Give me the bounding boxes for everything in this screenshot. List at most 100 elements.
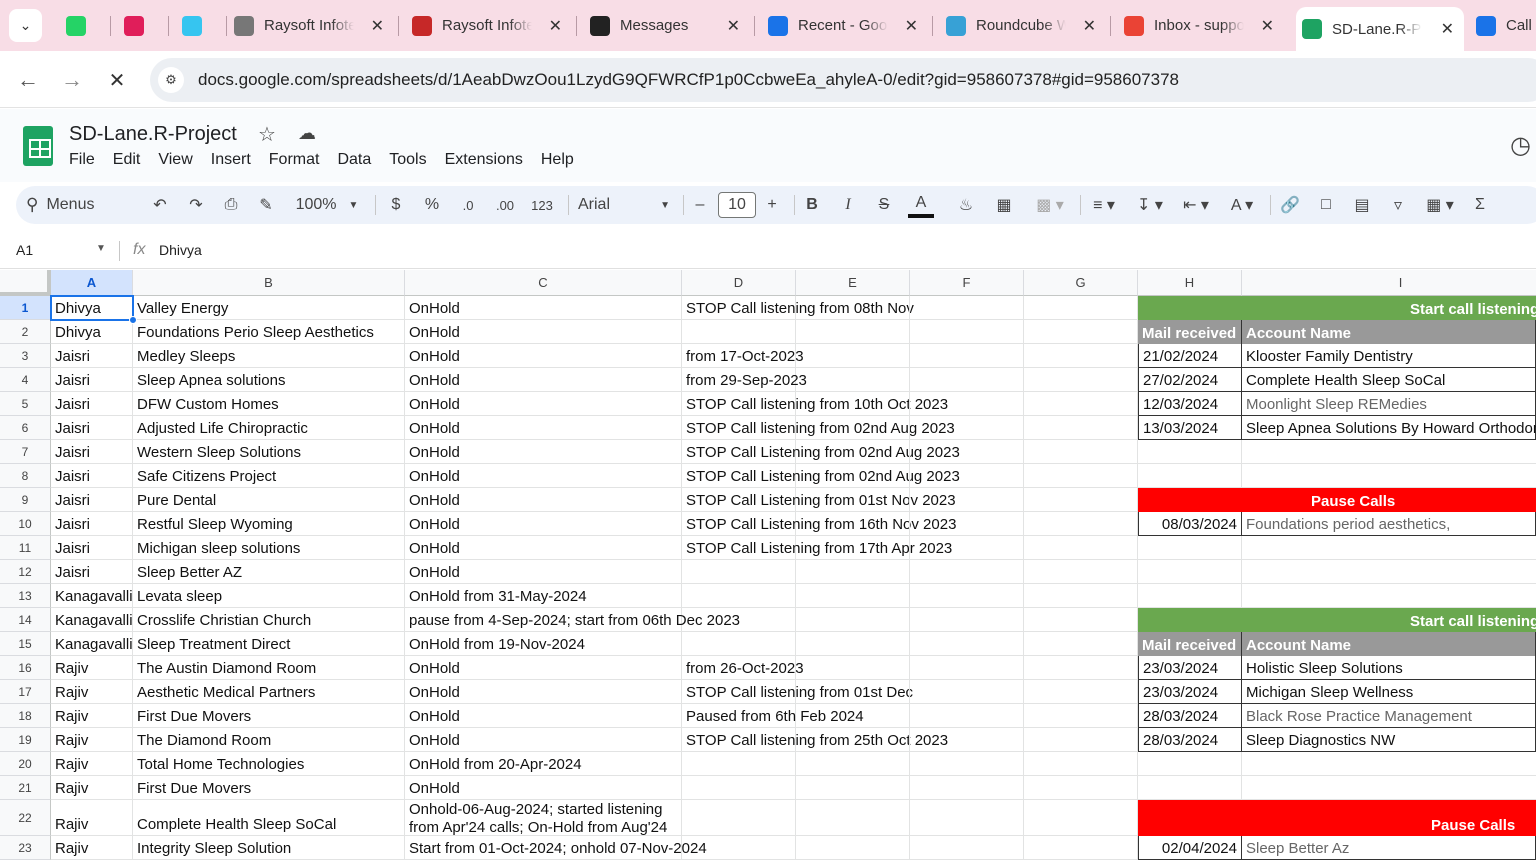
cell-a14[interactable]: Kanagavalli: [51, 608, 133, 632]
cell-b5[interactable]: DFW Custom Homes: [133, 392, 405, 416]
insert-comment-button[interactable]: □: [1314, 192, 1338, 218]
cell-e20[interactable]: [796, 752, 910, 776]
cell-g23[interactable]: [1024, 836, 1138, 860]
close-icon[interactable]: ✕: [727, 16, 740, 36]
cell-e7[interactable]: [796, 440, 910, 464]
cell-e5[interactable]: [796, 392, 910, 416]
forward-button[interactable]: →: [57, 65, 87, 95]
cell-c19[interactable]: OnHold: [405, 728, 682, 752]
cell-c11[interactable]: OnHold: [405, 536, 682, 560]
horizontal-align-button[interactable]: ≡ ▾: [1086, 192, 1122, 218]
mail-received-date[interactable]: 28/03/2024: [1138, 728, 1242, 752]
cell-d13[interactable]: [682, 584, 796, 608]
menu-item-view[interactable]: View: [158, 151, 192, 169]
cell-b3[interactable]: Medley Sleeps: [133, 344, 405, 368]
cell-a7[interactable]: Jaisri: [51, 440, 133, 464]
row-header[interactable]: 5: [0, 392, 51, 416]
cell-e17[interactable]: [796, 680, 910, 704]
menu-item-help[interactable]: Help: [541, 151, 574, 169]
cell-i7[interactable]: [1242, 440, 1536, 464]
zoom-select[interactable]: 100% ▼: [292, 192, 362, 218]
cell-f9[interactable]: [910, 488, 1024, 512]
cell-b18[interactable]: First Due Movers: [133, 704, 405, 728]
row-header[interactable]: 23: [0, 836, 51, 860]
cell-e2[interactable]: [796, 320, 910, 344]
menu-item-tools[interactable]: Tools: [389, 151, 426, 169]
functions-button[interactable]: Σ: [1468, 192, 1492, 218]
cell-f14[interactable]: [910, 608, 1024, 632]
cell-c8[interactable]: OnHold: [405, 464, 682, 488]
cell-d11[interactable]: STOP Call Listening from 17th Apr 2023: [682, 536, 952, 560]
star-icon[interactable]: ☆: [258, 122, 276, 147]
cell-e22[interactable]: [796, 800, 910, 836]
vertical-align-button[interactable]: ↧ ▾: [1132, 192, 1168, 218]
row-header[interactable]: 14: [0, 608, 51, 632]
text-color-button[interactable]: A: [908, 192, 934, 218]
insert-chart-button[interactable]: ▤: [1350, 192, 1374, 218]
cell-g1[interactable]: [1024, 296, 1138, 320]
column-header-a[interactable]: A: [51, 270, 133, 296]
cell-g3[interactable]: [1024, 344, 1138, 368]
cell-i12[interactable]: [1242, 560, 1536, 584]
cell-b7[interactable]: Western Sleep Solutions: [133, 440, 405, 464]
cell-d12[interactable]: [682, 560, 796, 584]
menu-item-edit[interactable]: Edit: [113, 151, 141, 169]
cell-e15[interactable]: [796, 632, 910, 656]
row-header[interactable]: 15: [0, 632, 51, 656]
mail-received-date[interactable]: 28/03/2024: [1138, 704, 1242, 728]
cell-d21[interactable]: [682, 776, 796, 800]
cell-f21[interactable]: [910, 776, 1024, 800]
cell-e1[interactable]: [796, 296, 910, 320]
cell-c15[interactable]: OnHold from 19-Nov-2024: [405, 632, 682, 656]
cell-g14[interactable]: [1024, 608, 1138, 632]
cell-c20[interactable]: OnHold from 20-Apr-2024: [405, 752, 682, 776]
document-title[interactable]: SD-Lane.R-Project: [69, 123, 237, 146]
row-header[interactable]: 1: [0, 296, 51, 320]
cell-h8[interactable]: [1138, 464, 1242, 488]
cell-g15[interactable]: [1024, 632, 1138, 656]
cell-c1[interactable]: OnHold: [405, 296, 682, 320]
cell-b15[interactable]: Sleep Treatment Direct: [133, 632, 405, 656]
cell-b13[interactable]: Levata sleep: [133, 584, 405, 608]
sheets-logo-icon[interactable]: [23, 126, 53, 166]
browser-tab[interactable]: Inbox - suppo ✕: [1118, 7, 1284, 44]
browser-tab[interactable]: Raysoft Infote ✕: [228, 7, 394, 44]
cell-f1[interactable]: [910, 296, 1024, 320]
mail-received-date[interactable]: 27/02/2024: [1138, 368, 1242, 392]
column-header-e[interactable]: E: [796, 270, 910, 296]
cell-d20[interactable]: [682, 752, 796, 776]
cell-c14[interactable]: pause from 4-Sep-2024; start from 06th D…: [405, 608, 740, 632]
cell-d18[interactable]: Paused from 6th Feb 2024: [682, 704, 864, 728]
row-header[interactable]: 12: [0, 560, 51, 584]
filter-views-button[interactable]: ▦ ▾: [1420, 192, 1460, 218]
cell-b23[interactable]: Integrity Sleep Solution: [133, 836, 405, 860]
address-bar[interactable]: ⚙ docs.google.com/spreadsheets/d/1AeabDw…: [150, 58, 1536, 102]
name-box[interactable]: A1: [16, 242, 33, 258]
cell-a1[interactable]: Dhivya: [51, 296, 133, 320]
cell-d15[interactable]: [682, 632, 796, 656]
row-header[interactable]: 2: [0, 320, 51, 344]
stop-loading-button[interactable]: ✕: [102, 65, 132, 95]
cell-d3[interactable]: from 17-Oct-2023: [682, 344, 804, 368]
close-icon[interactable]: ✕: [1441, 19, 1454, 39]
cell-d9[interactable]: STOP Call Listening from 01st Nov 2023: [682, 488, 956, 512]
row-header[interactable]: 17: [0, 680, 51, 704]
cell-g8[interactable]: [1024, 464, 1138, 488]
mail-received-date[interactable]: 13/03/2024: [1138, 416, 1242, 440]
row-header[interactable]: 10: [0, 512, 51, 536]
browser-tab[interactable]: [58, 7, 106, 44]
select-all-corner[interactable]: [0, 270, 51, 296]
browser-tab[interactable]: Raysoft Infote ✕: [406, 7, 572, 44]
cell-e13[interactable]: [796, 584, 910, 608]
cell-d19[interactable]: STOP Call listening from 25th Oct 2023: [682, 728, 948, 752]
cell-c18[interactable]: OnHold: [405, 704, 682, 728]
row-header[interactable]: 13: [0, 584, 51, 608]
column-header-i[interactable]: I: [1242, 270, 1536, 296]
mail-received-date[interactable]: 08/03/2024: [1138, 512, 1242, 536]
cell-e8[interactable]: [796, 464, 910, 488]
cell-d10[interactable]: STOP Call Listening from 16th Nov 2023: [682, 512, 956, 536]
cell-g21[interactable]: [1024, 776, 1138, 800]
cell-e10[interactable]: [796, 512, 910, 536]
browser-tab[interactable]: Messages ✕: [584, 7, 750, 44]
cell-b14[interactable]: Crosslife Christian Church: [133, 608, 405, 632]
